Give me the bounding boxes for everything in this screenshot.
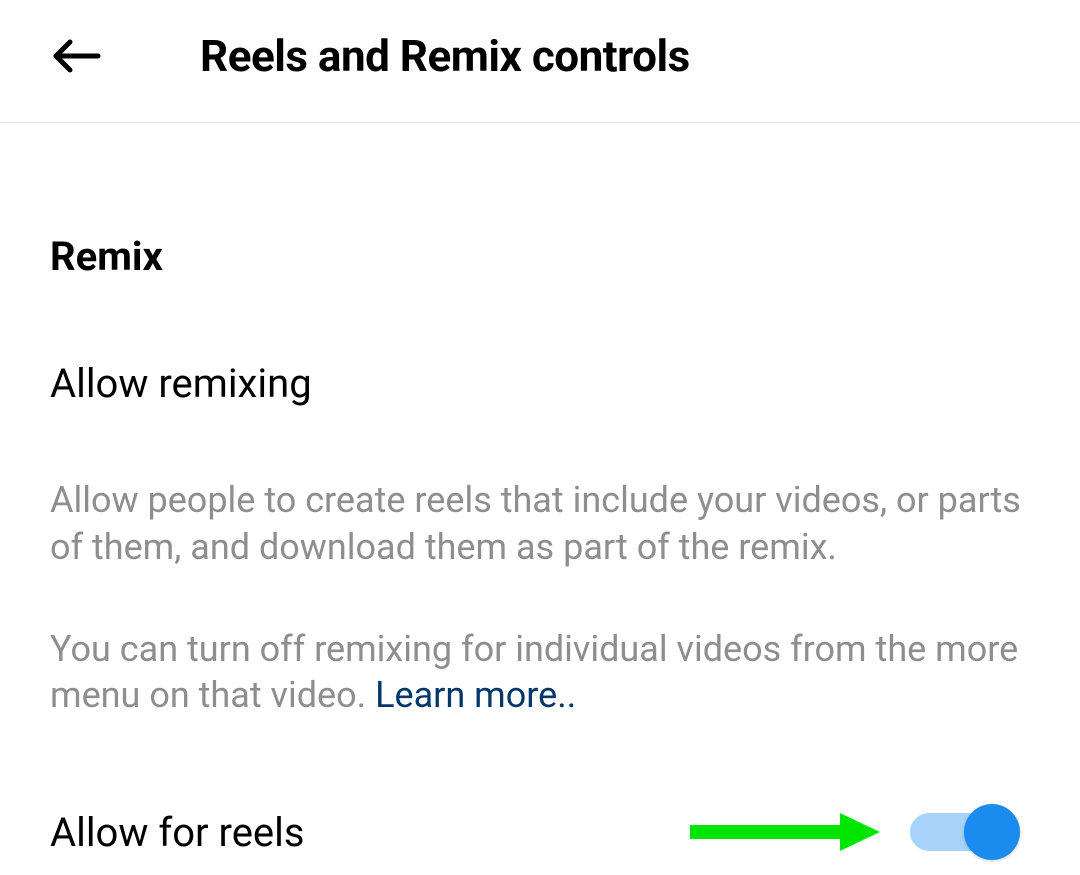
learn-more-link[interactable]: Learn more.. (375, 674, 576, 716)
allow-for-reels-label: Allow for reels (50, 809, 305, 856)
header-bar: Reels and Remix controls (0, 0, 1080, 123)
allow-for-reels-toggle[interactable] (910, 804, 1020, 860)
allow-for-reels-row: Allow for reels (50, 804, 1030, 860)
remix-description-2: You can turn off remixing for individual… (50, 626, 1030, 720)
toggle-thumb (964, 804, 1020, 860)
content-area: Remix Allow remixing Allow people to cre… (0, 123, 1080, 860)
annotation-arrow-icon (690, 809, 880, 855)
back-arrow-icon[interactable] (50, 32, 110, 80)
setting-label-allow-remixing: Allow remixing (50, 360, 1030, 407)
section-heading-remix: Remix (50, 233, 1030, 280)
remix-description-1: Allow people to create reels that includ… (50, 477, 1030, 571)
page-title: Reels and Remix controls (200, 30, 690, 82)
